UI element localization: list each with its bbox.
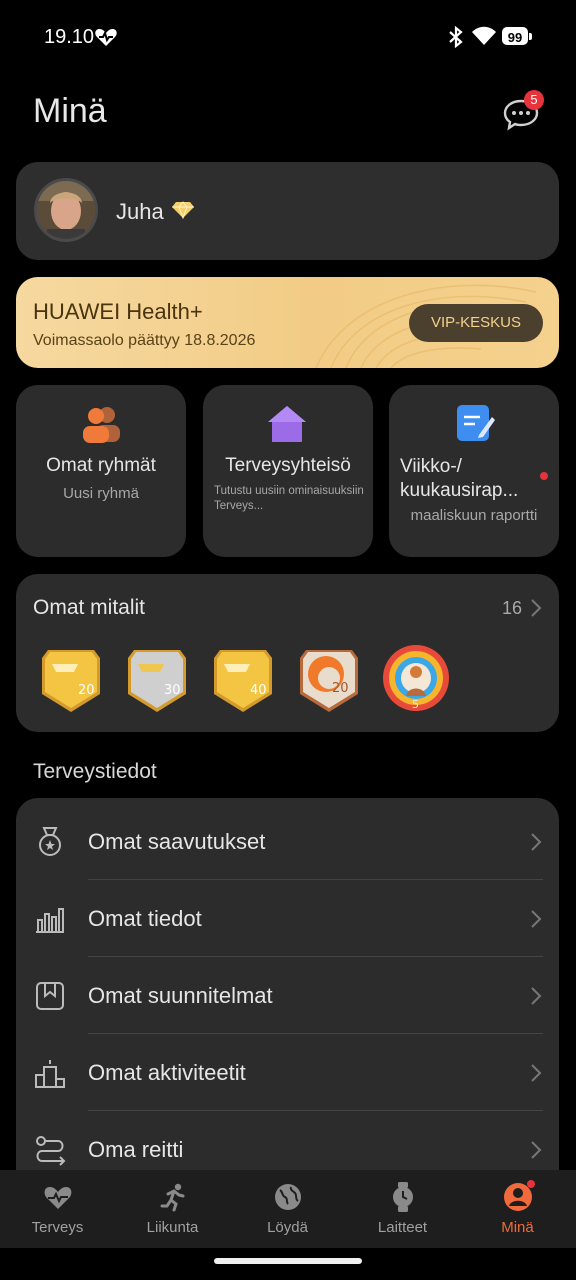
medal-label: 30 <box>164 683 181 698</box>
nav-tab-health[interactable]: Terveys <box>0 1170 115 1248</box>
ring-medal-icon: 5 <box>383 645 449 711</box>
medal-item[interactable]: 20 <box>296 642 362 714</box>
chevron-right-icon <box>531 910 542 928</box>
avatar-photo <box>37 181 95 239</box>
globe-icon <box>275 1184 301 1210</box>
chevron-right-icon <box>531 1064 542 1082</box>
nav-label: Terveys <box>31 1219 84 1236</box>
watch-icon <box>393 1182 413 1212</box>
medal-label: 20 <box>332 681 349 696</box>
nav-tab-me[interactable]: Minä <box>460 1170 575 1248</box>
streak-medal-bronze-icon: 20 <box>300 650 358 712</box>
home-indicator[interactable] <box>214 1258 362 1264</box>
tile-subtitle: Uusi ryhmä <box>63 485 139 502</box>
list-item-label: Omat tiedot <box>88 906 202 931</box>
vip-center-button[interactable]: VIP-KESKUS <box>409 304 543 342</box>
nav-notification-dot <box>527 1180 535 1188</box>
medal-label: 20 <box>78 683 95 698</box>
bluetooth-icon <box>449 25 463 49</box>
chevron-right-icon <box>531 599 542 617</box>
medal-item[interactable]: 20 <box>38 642 104 714</box>
runner-icon <box>160 1183 185 1212</box>
list-item-label: Omat saavutukset <box>88 829 266 854</box>
groups-icon <box>83 407 120 443</box>
plan-icon <box>36 982 64 1010</box>
tile-title: Viikko-/ kuukausirap... <box>400 456 519 501</box>
tile-weekly-monthly-report[interactable]: Viikko-/ kuukausirap... maaliskuun rapor… <box>389 385 559 557</box>
medal-item[interactable]: 40 <box>210 642 276 714</box>
running-medal-gold-icon: 40 <box>214 650 272 712</box>
nav-label: Liikunta <box>146 1219 199 1236</box>
nav-tab-discover[interactable]: Löydä <box>230 1170 345 1248</box>
nav-label: Minä <box>501 1219 534 1236</box>
tile-subtitle: maaliskuun raportti <box>410 507 538 524</box>
wifi-icon <box>472 26 496 45</box>
medal-label: 40 <box>250 683 267 698</box>
battery-indicator: 99 <box>502 27 528 45</box>
tile-subtitle: Tutustu uusiin ominaisuuksiin Terveys... <box>214 485 364 512</box>
list-item-label: Omat aktiviteetit <box>88 1060 246 1085</box>
health-heart-icon <box>95 29 117 46</box>
avatar[interactable] <box>34 178 98 242</box>
report-icon <box>457 405 495 441</box>
bar-chart-icon <box>36 908 64 933</box>
medal-item[interactable]: 30 <box>124 642 190 714</box>
page-title: Minä <box>33 92 107 130</box>
chevron-right-icon <box>531 833 542 851</box>
nav-label: Laitteet <box>377 1219 428 1236</box>
chevron-right-icon <box>531 1141 542 1159</box>
medal-icon <box>39 827 61 856</box>
vip-expiry: Voimassaolo päättyy 18.8.2026 <box>33 332 256 349</box>
community-home-icon <box>268 406 306 442</box>
running-medal-silver-icon: 30 <box>128 650 186 712</box>
tile-my-groups[interactable]: Omat ryhmät Uusi ryhmä <box>16 385 186 557</box>
tile-title: Terveysyhteisö <box>225 455 351 476</box>
message-count-badge: 5 <box>524 90 544 110</box>
medals-title: Omat mitalit <box>33 596 146 619</box>
section-title: Terveystiedot <box>33 760 157 783</box>
divider <box>88 956 543 957</box>
tile-health-community[interactable]: Terveysyhteisö Tutustu uusiin ominaisuuk… <box>203 385 373 557</box>
medal-label: 5 <box>412 698 419 711</box>
vip-diamond-icon <box>172 201 194 219</box>
heart-icon <box>44 1187 72 1209</box>
nav-tab-devices[interactable]: Laitteet <box>345 1170 460 1248</box>
divider <box>88 1033 543 1034</box>
new-report-dot <box>540 472 548 480</box>
nav-tab-exercise[interactable]: Liikunta <box>115 1170 230 1248</box>
list-item-label: Oma reitti <box>88 1137 184 1162</box>
battery-cap <box>529 33 532 40</box>
list-item-label: Omat suunnitelmat <box>88 983 273 1008</box>
podium-icon <box>35 1060 65 1088</box>
chevron-right-icon <box>531 987 542 1005</box>
medal-item[interactable]: 5 <box>380 642 449 714</box>
profile-name: Juha <box>116 199 164 224</box>
route-icon <box>36 1136 66 1166</box>
status-time: 19.10 <box>44 26 95 48</box>
divider <box>88 879 543 880</box>
status-bar: 19.10 99 <box>0 0 576 76</box>
running-medal-gold-icon: 20 <box>42 650 100 712</box>
nav-label: Löydä <box>267 1219 308 1236</box>
tile-title: Omat ryhmät <box>46 455 156 476</box>
medals-count: 16 <box>502 598 523 618</box>
system-nav-area <box>0 1248 576 1280</box>
vip-title: HUAWEI Health+ <box>33 299 203 324</box>
divider <box>88 1110 543 1111</box>
